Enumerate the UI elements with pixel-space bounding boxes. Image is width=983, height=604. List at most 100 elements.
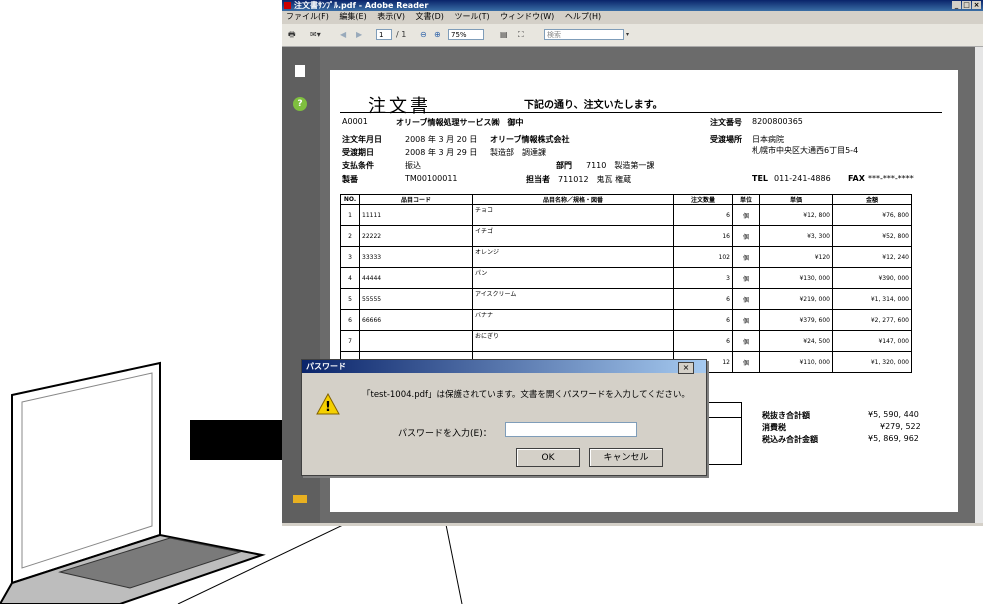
cell-code: 22222: [359, 225, 473, 247]
cell-unit: 個: [732, 204, 760, 226]
cell-qty: 16: [673, 225, 733, 247]
menu-tools[interactable]: ツール(T): [454, 12, 489, 21]
cell-qty: 6: [673, 288, 733, 310]
fit-page-icon[interactable]: ▤: [500, 28, 508, 42]
password-dialog: パスワード × ! 「test-1004.pdf」は保護されています。文書を開く…: [301, 359, 707, 476]
total-label: 税込み合計金額: [762, 435, 818, 444]
fit-width-icon[interactable]: ⛶: [518, 28, 524, 42]
page-number-input[interactable]: 1: [376, 29, 392, 40]
cell-qty: 6: [673, 330, 733, 352]
svg-text:!: !: [325, 400, 331, 415]
cell-no: 7: [340, 330, 360, 352]
menu-edit[interactable]: 編集(E): [339, 12, 366, 21]
cell-no: 4: [340, 267, 360, 289]
table-row: 2 22222 イチゴ 16 個 ¥3, 300 ¥52, 800: [340, 225, 912, 247]
cell-qty: 102: [673, 246, 733, 268]
department: 7110 製造第一課: [586, 161, 655, 170]
cell-code: 44444: [359, 267, 473, 289]
person-label: 担当者: [526, 175, 550, 184]
fax-label: FAX: [848, 174, 865, 183]
cell-amount: ¥1, 314, 000: [832, 288, 912, 310]
customer-name: オリーブ情報処理サービス㈱ 御中: [396, 118, 524, 127]
cell-price: ¥120: [759, 246, 833, 268]
cell-amount: ¥1, 320, 000: [832, 351, 912, 373]
help-icon[interactable]: ?: [293, 97, 307, 111]
search-dropdown-icon[interactable]: ▾: [626, 28, 629, 42]
cell-unit: 個: [732, 246, 760, 268]
menu-view[interactable]: 表示(V): [377, 12, 405, 21]
zoom-out-icon[interactable]: ⊖: [420, 28, 427, 42]
order-date: 2008 年 3 月 20 日: [405, 135, 478, 144]
cell-no: 5: [340, 288, 360, 310]
window-title: 注文書ｻﾝﾌﾟﾙ.pdf - Adobe Reader: [294, 1, 429, 10]
cell-no: 3: [340, 246, 360, 268]
subtotal-value: ¥5, 590, 440: [868, 410, 919, 419]
menu-help[interactable]: ヘルプ(H): [565, 12, 601, 21]
zoom-select[interactable]: 75%: [448, 29, 484, 40]
cancel-button[interactable]: キャンセル: [589, 448, 663, 467]
cell-price: ¥219, 000: [759, 288, 833, 310]
search-input[interactable]: 検索: [544, 29, 624, 40]
order-items-table: NO. 品目コード 品目名称／規格・図番 注文数量 単位 単価 金額 1 1111…: [340, 194, 912, 373]
menu-document[interactable]: 文書(D): [416, 12, 444, 21]
cell-code: 11111: [359, 204, 473, 226]
warning-icon: !: [316, 393, 340, 415]
menu-file[interactable]: ファイル(F): [286, 12, 329, 21]
cell-amount: ¥390, 000: [832, 267, 912, 289]
share-icon[interactable]: ✉▾: [310, 28, 321, 42]
table-header-row: NO. 品目コード 品目名称／規格・図番 注文数量 単位 単価 金額: [340, 194, 912, 205]
password-input[interactable]: [505, 422, 637, 437]
subtotal-label: 税抜き合計額: [762, 411, 810, 420]
print-icon[interactable]: 🖶: [288, 28, 296, 42]
column-header: 注文数量: [673, 194, 733, 205]
issuer-department: 製造部 調達課: [490, 148, 546, 157]
attachments-icon[interactable]: [293, 495, 307, 503]
tax-value: ¥279, 522: [880, 422, 921, 431]
cell-qty: 6: [673, 309, 733, 331]
cell-unit: 個: [732, 309, 760, 331]
zoom-in-icon[interactable]: ⊕: [434, 28, 441, 42]
column-header: NO.: [340, 194, 360, 205]
payment-label: 支払条件: [342, 161, 374, 170]
total-value: ¥5, 869, 962: [868, 434, 919, 443]
cell-name: イチゴ: [472, 225, 674, 247]
cell-code: [359, 330, 473, 352]
title-rule: [340, 112, 942, 113]
department-label: 部門: [556, 161, 572, 170]
cell-name: おにぎり: [472, 330, 674, 352]
delivery-place-label: 受渡場所: [710, 135, 742, 144]
column-header: 単価: [759, 194, 833, 205]
cell-qty: 6: [673, 204, 733, 226]
issuer-company: オリーブ情報株式会社: [490, 135, 570, 144]
due-date: 2008 年 3 月 29 日: [405, 148, 478, 157]
order-number-label: 注文番号: [710, 118, 742, 127]
cell-unit: 個: [732, 267, 760, 289]
cell-amount: ¥52, 800: [832, 225, 912, 247]
table-row: 3 33333 オレンジ 102 個 ¥120 ¥12, 240: [340, 246, 912, 268]
pages-icon[interactable]: [295, 65, 305, 77]
column-header: 品目コード: [359, 194, 473, 205]
cell-unit: 個: [732, 288, 760, 310]
minimize-button[interactable]: _: [952, 1, 961, 9]
cell-qty: 3: [673, 267, 733, 289]
vertical-scrollbar[interactable]: [975, 47, 983, 523]
column-header: 品目名称／規格・図番: [472, 194, 674, 205]
maximize-button[interactable]: □: [962, 1, 971, 9]
dialog-close-button[interactable]: ×: [678, 362, 694, 374]
tax-label: 消費税: [762, 423, 786, 432]
cell-name: チョコ: [472, 204, 674, 226]
cell-no: 6: [340, 309, 360, 331]
table-row: 4 44444 パン 3 個 ¥130, 000 ¥390, 000: [340, 267, 912, 289]
toolbar: 🖶 ✉▾ ◀ ▶ 1 / 1 ⊖ ⊕ 75% ▤ ⛶ 検索 ▾: [282, 24, 983, 47]
close-button[interactable]: ×: [972, 1, 981, 9]
cell-price: ¥130, 000: [759, 267, 833, 289]
ok-button[interactable]: OK: [516, 448, 580, 467]
prev-page-icon[interactable]: ◀: [340, 28, 346, 42]
menu-window[interactable]: ウィンドウ(W): [500, 12, 554, 21]
next-page-icon[interactable]: ▶: [356, 28, 362, 42]
cell-no: 2: [340, 225, 360, 247]
doc-subtitle: 下記の通り、注文いたします。: [524, 100, 663, 111]
tel-number: 011-241-4886: [774, 174, 831, 183]
cell-price: ¥3, 300: [759, 225, 833, 247]
payment-terms: 振込: [405, 161, 421, 170]
